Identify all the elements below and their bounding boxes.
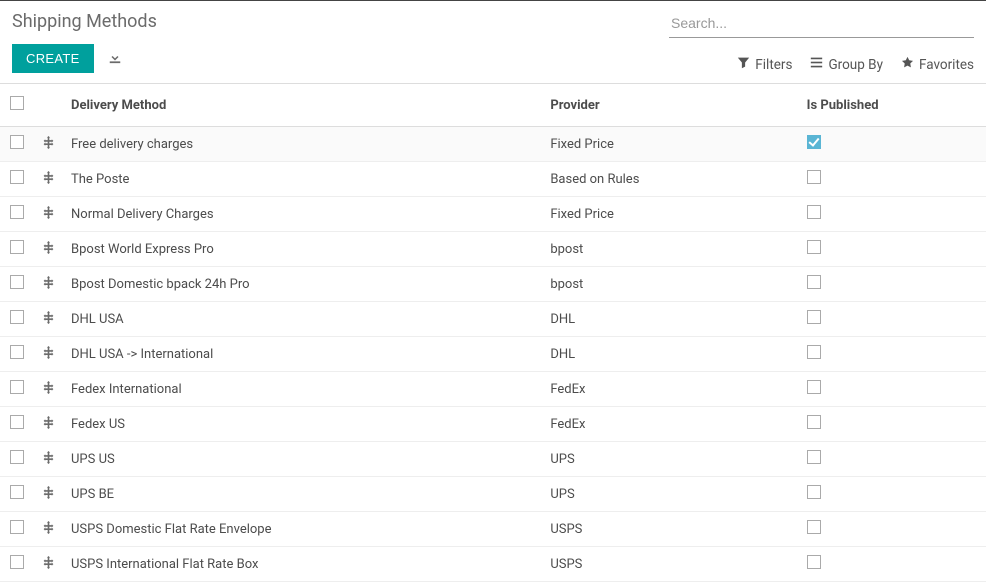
favorites-dropdown[interactable]: Favorites — [901, 56, 974, 73]
table-row[interactable]: Bpost Domestic bpack 24h Probpost — [0, 267, 986, 302]
row-checkbox[interactable] — [10, 345, 24, 359]
table-row[interactable]: Fedex USFedEx — [0, 407, 986, 442]
cell-delivery-method: Fedex International — [63, 372, 542, 407]
group-by-label: Group By — [828, 57, 883, 73]
cell-delivery-method: Free delivery charges — [63, 127, 542, 162]
published-checkbox[interactable] — [807, 170, 821, 184]
table-row[interactable]: UPS USUPS — [0, 442, 986, 477]
published-checkbox[interactable] — [807, 240, 821, 254]
move-icon[interactable] — [42, 171, 55, 184]
cell-provider: USPS — [542, 512, 798, 547]
published-checkbox[interactable] — [807, 555, 821, 569]
published-checkbox[interactable] — [807, 275, 821, 289]
table-row[interactable]: Normal Delivery ChargesFixed Price — [0, 197, 986, 232]
cell-delivery-method: The Poste — [63, 162, 542, 197]
row-checkbox[interactable] — [10, 135, 24, 149]
search-input[interactable] — [669, 11, 974, 38]
published-checkbox[interactable] — [807, 345, 821, 359]
page-title: Shipping Methods — [12, 11, 669, 32]
move-icon[interactable] — [42, 521, 55, 534]
published-checkbox[interactable] — [807, 135, 821, 149]
row-checkbox[interactable] — [10, 555, 24, 569]
cell-delivery-method: Fedex US — [63, 407, 542, 442]
row-checkbox[interactable] — [10, 485, 24, 499]
group-by-dropdown[interactable]: Group By — [810, 56, 883, 73]
table-row[interactable]: Fedex InternationalFedEx — [0, 372, 986, 407]
published-checkbox[interactable] — [807, 415, 821, 429]
row-checkbox[interactable] — [10, 205, 24, 219]
cell-provider: UPS — [542, 442, 798, 477]
select-all-checkbox[interactable] — [10, 96, 24, 110]
move-icon[interactable] — [42, 486, 55, 499]
cell-delivery-method: USPS International Flat Rate Box — [63, 547, 542, 582]
published-checkbox[interactable] — [807, 205, 821, 219]
star-icon — [901, 56, 914, 73]
create-button[interactable]: CREATE — [12, 44, 94, 73]
cell-provider: bpost — [542, 267, 798, 302]
row-checkbox[interactable] — [10, 240, 24, 254]
move-icon[interactable] — [42, 241, 55, 254]
cell-provider: bpost — [542, 232, 798, 267]
row-checkbox[interactable] — [10, 380, 24, 394]
move-icon[interactable] — [42, 346, 55, 359]
cell-provider: USPS — [542, 547, 798, 582]
download-button[interactable] — [102, 44, 128, 73]
move-icon[interactable] — [42, 556, 55, 569]
filters-label: Filters — [755, 57, 792, 73]
move-icon[interactable] — [42, 311, 55, 324]
cell-delivery-method: Bpost Domestic bpack 24h Pro — [63, 267, 542, 302]
cell-delivery-method: DHL USA -> International — [63, 337, 542, 372]
row-checkbox[interactable] — [10, 520, 24, 534]
table-row[interactable]: UPS BEUPS — [0, 477, 986, 512]
column-header-published[interactable]: Is Published — [799, 84, 986, 127]
row-checkbox[interactable] — [10, 170, 24, 184]
cell-provider: UPS — [542, 477, 798, 512]
cell-provider: Fixed Price — [542, 197, 798, 232]
published-checkbox[interactable] — [807, 485, 821, 499]
table-row[interactable]: Free delivery chargesFixed Price — [0, 127, 986, 162]
move-icon[interactable] — [42, 381, 55, 394]
published-checkbox[interactable] — [807, 450, 821, 464]
cell-provider: FedEx — [542, 372, 798, 407]
published-checkbox[interactable] — [807, 310, 821, 324]
cell-delivery-method: USPS Domestic Flat Rate Envelope — [63, 512, 542, 547]
list-icon — [810, 56, 823, 73]
cell-provider: Fixed Price — [542, 127, 798, 162]
move-icon[interactable] — [42, 206, 55, 219]
row-checkbox[interactable] — [10, 415, 24, 429]
download-icon — [108, 52, 122, 67]
cell-provider: DHL — [542, 302, 798, 337]
row-checkbox[interactable] — [10, 310, 24, 324]
filters-dropdown[interactable]: Filters — [737, 56, 792, 73]
row-checkbox[interactable] — [10, 450, 24, 464]
column-header-provider[interactable]: Provider — [542, 84, 798, 127]
cell-delivery-method: Normal Delivery Charges — [63, 197, 542, 232]
cell-delivery-method: UPS BE — [63, 477, 542, 512]
move-icon[interactable] — [42, 136, 55, 149]
table-row[interactable]: USPS Domestic Flat Rate EnvelopeUSPS — [0, 512, 986, 547]
table-row[interactable]: USPS International Flat Rate BoxUSPS — [0, 547, 986, 582]
cell-delivery-method: Bpost World Express Pro — [63, 232, 542, 267]
cell-delivery-method: UPS US — [63, 442, 542, 477]
move-icon[interactable] — [42, 276, 55, 289]
move-icon[interactable] — [42, 416, 55, 429]
published-checkbox[interactable] — [807, 380, 821, 394]
table-row[interactable]: Bpost World Express Probpost — [0, 232, 986, 267]
published-checkbox[interactable] — [807, 520, 821, 534]
table-row[interactable]: DHL USA -> InternationalDHL — [0, 337, 986, 372]
cell-provider: DHL — [542, 337, 798, 372]
column-header-method[interactable]: Delivery Method — [63, 84, 542, 127]
move-icon[interactable] — [42, 451, 55, 464]
cell-provider: Based on Rules — [542, 162, 798, 197]
table-row[interactable]: The PosteBased on Rules — [0, 162, 986, 197]
cell-provider: FedEx — [542, 407, 798, 442]
row-checkbox[interactable] — [10, 275, 24, 289]
favorites-label: Favorites — [919, 57, 974, 73]
table-row[interactable]: DHL USADHL — [0, 302, 986, 337]
funnel-icon — [737, 56, 750, 73]
cell-delivery-method: DHL USA — [63, 302, 542, 337]
shipping-methods-table: Delivery Method Provider Is Published Fr… — [0, 84, 986, 582]
